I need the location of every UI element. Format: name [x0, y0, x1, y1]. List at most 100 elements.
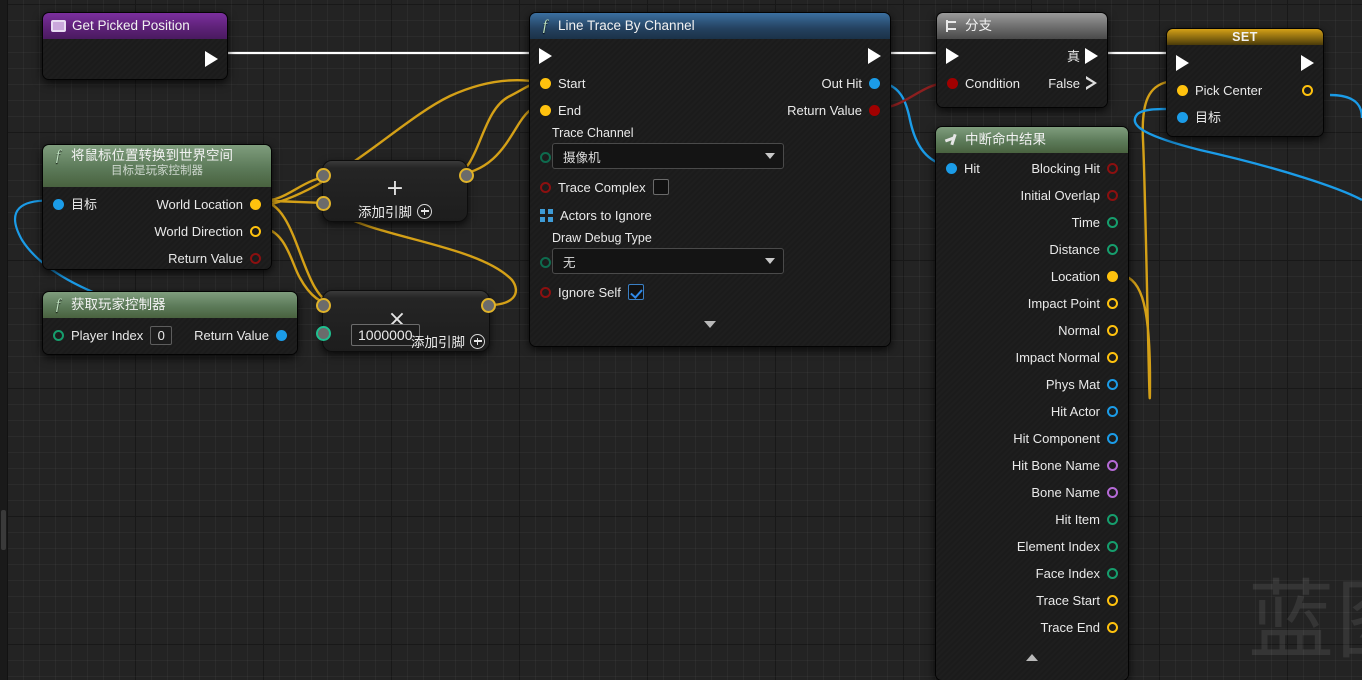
pin-exec-out[interactable] — [195, 45, 227, 73]
pin-impact-point[interactable] — [1107, 298, 1118, 309]
pin-world-direction[interactable] — [250, 226, 261, 237]
pin-row-hit-component[interactable]: Hit Component — [936, 425, 1128, 452]
node-multiply[interactable]: × 1000000 添加引脚 — [316, 290, 496, 352]
pin-time[interactable] — [1107, 217, 1118, 228]
pin-row-trace-start[interactable]: Trace Start — [936, 587, 1128, 614]
pin-start[interactable] — [540, 78, 551, 89]
pin-target[interactable] — [1177, 112, 1188, 123]
pin-row-condition[interactable]: Condition False — [937, 70, 1107, 97]
pin-bone-name[interactable] — [1107, 487, 1118, 498]
checkbox-ignore-self[interactable] — [627, 284, 644, 300]
pin-row-normal[interactable]: Normal — [936, 317, 1128, 344]
pin-row-trace-complex[interactable]: Trace Complex — [530, 173, 890, 201]
array-pin-icon[interactable] — [540, 208, 553, 222]
pin-row-actors-to-ignore[interactable]: Actors to Ignore — [530, 201, 890, 229]
pin-phys-mat[interactable] — [1107, 379, 1118, 390]
pin-out-hit[interactable] — [869, 78, 880, 89]
pin-return-value[interactable] — [250, 253, 261, 264]
pin-hit[interactable] — [946, 163, 957, 174]
pin-row-start[interactable]: Start Out Hit — [530, 70, 890, 97]
pin-element-index[interactable] — [1107, 541, 1118, 552]
pin-pick-center[interactable] — [1177, 85, 1188, 96]
node-get-picked-position[interactable]: Get Picked Position — [42, 12, 228, 80]
exec-in-icon[interactable] — [1176, 55, 1189, 71]
pin-row-hit-actor[interactable]: Hit Actor — [936, 398, 1128, 425]
pin-row-exec[interactable] — [530, 42, 890, 70]
plus-circle-icon[interactable] — [470, 333, 485, 349]
pin-mult-output[interactable] — [481, 298, 496, 313]
pin-row-target[interactable]: 目标 — [1167, 104, 1323, 131]
add-pin-button[interactable]: 添加引脚 — [379, 331, 485, 351]
pin-player-index[interactable] — [53, 330, 64, 341]
pin-row-exec[interactable]: 真 — [937, 42, 1107, 70]
node-add[interactable]: + 添加引脚 — [316, 160, 474, 222]
pin-impact-normal[interactable] — [1107, 352, 1118, 363]
pin-hit-component[interactable] — [1107, 433, 1118, 444]
pin-row-face-index[interactable]: Face Index — [936, 560, 1128, 587]
pin-row-hit-bone-name[interactable]: Hit Bone Name — [936, 452, 1128, 479]
node-break-hit-result[interactable]: 中断命中结果 Hit Blocking Hit Initial Overlap … — [935, 126, 1129, 680]
pin-row-player-index[interactable]: Player Index 0 Return Value — [43, 322, 297, 349]
pin-row-impact-point[interactable]: Impact Point — [936, 290, 1128, 317]
combo-trace-channel[interactable]: 摄像机 — [552, 143, 784, 169]
pin-row-hit-item[interactable]: Hit Item — [936, 506, 1128, 533]
pin-initial-overlap[interactable] — [1107, 190, 1118, 201]
pin-world-location[interactable] — [250, 199, 261, 210]
pin-row-impact-normal[interactable]: Impact Normal — [936, 344, 1128, 371]
pin-hit-bone-name[interactable] — [1107, 460, 1118, 471]
pin-row-ignore-self[interactable]: Ignore Self — [530, 278, 890, 306]
node-expander-button[interactable] — [530, 314, 890, 334]
pin-row-phys-mat[interactable]: Phys Mat — [936, 371, 1128, 398]
pin-row-exec[interactable] — [1167, 49, 1323, 77]
node-branch[interactable]: 分支 真 Condition False — [936, 12, 1108, 108]
pin-trace-complex[interactable] — [540, 181, 551, 193]
player-index-field[interactable]: 0 — [150, 326, 173, 345]
pin-row-initial-overlap[interactable]: Initial Overlap — [936, 182, 1128, 209]
pin-row-pick-center[interactable]: Pick Center — [1167, 77, 1323, 104]
pin-row-end[interactable]: End Return Value — [530, 97, 890, 124]
pin-ignore-self[interactable] — [540, 286, 551, 298]
pin-draw-debug-type[interactable] — [540, 257, 551, 268]
plus-circle-icon[interactable] — [417, 203, 432, 219]
node-collapse-button[interactable] — [936, 647, 1128, 667]
pin-normal[interactable] — [1107, 325, 1118, 336]
pin-row-return-value[interactable]: Return Value — [43, 245, 271, 272]
exec-out-false-icon[interactable] — [1086, 76, 1097, 91]
pin-blocking-hit[interactable] — [1107, 163, 1118, 174]
pin-distance[interactable] — [1107, 244, 1118, 255]
pin-row-element-index[interactable]: Element Index — [936, 533, 1128, 560]
pin-mult-input-b[interactable] — [316, 326, 331, 341]
combo-draw-debug-type[interactable]: 无 — [552, 248, 784, 274]
pin-target-input[interactable] — [53, 199, 64, 210]
pin-row-trace-end[interactable]: Trace End — [936, 614, 1128, 641]
pin-row-target[interactable]: 目标 World Location — [43, 191, 271, 218]
pin-mult-input-a[interactable] — [316, 298, 331, 313]
pin-set-output[interactable] — [1302, 85, 1313, 96]
panel-resize-handle[interactable] — [1, 510, 6, 550]
blueprint-graph-canvas[interactable]: 蓝图 — [0, 0, 1362, 680]
pin-row-world-direction[interactable]: World Direction — [43, 218, 271, 245]
pin-row-location[interactable]: Location — [936, 263, 1128, 290]
checkbox-trace-complex[interactable] — [652, 179, 669, 195]
add-pin-button[interactable]: 添加引脚 — [323, 201, 467, 221]
node-line-trace-by-channel[interactable]: f Line Trace By Channel Start Out Hit En… — [529, 12, 891, 347]
node-convert-mouse-to-world[interactable]: f 将鼠标位置转换到世界空间 目标是玩家控制器 目标 World Locatio… — [42, 144, 272, 270]
exec-out-true-icon[interactable] — [1085, 48, 1098, 64]
pin-end[interactable] — [540, 105, 551, 116]
pin-face-index[interactable] — [1107, 568, 1118, 579]
exec-out-icon[interactable] — [1301, 55, 1314, 71]
pin-trace-start[interactable] — [1107, 595, 1118, 606]
pin-condition[interactable] — [947, 78, 958, 89]
pin-trace-channel[interactable] — [540, 152, 551, 163]
pin-location[interactable] — [1107, 271, 1118, 282]
exec-out-icon[interactable] — [868, 48, 881, 64]
pin-return-value[interactable] — [869, 105, 880, 116]
pin-trace-end[interactable] — [1107, 622, 1118, 633]
pin-row-time[interactable]: Time — [936, 209, 1128, 236]
pin-row-bone-name[interactable]: Bone Name — [936, 479, 1128, 506]
pin-row-hit[interactable]: Hit Blocking Hit — [936, 155, 1128, 182]
pin-row-distance[interactable]: Distance — [936, 236, 1128, 263]
pin-hit-item[interactable] — [1107, 514, 1118, 525]
pin-return-value[interactable] — [276, 330, 287, 341]
node-get-player-controller[interactable]: f 获取玩家控制器 Player Index 0 Return Value — [42, 291, 298, 355]
